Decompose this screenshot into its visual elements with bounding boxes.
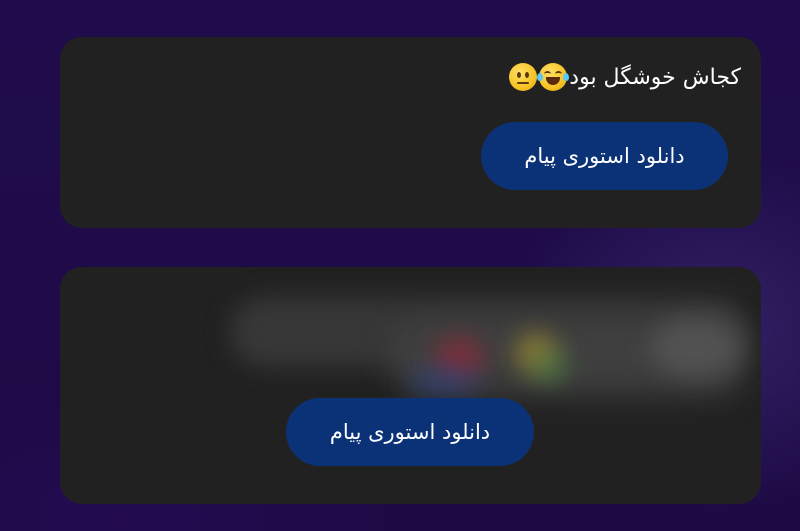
download-story-button[interactable]: دانلود استوری پیام [481,122,728,190]
message-card: کجاش خوشگل بود دانلود استوری پیام [60,37,761,228]
blurred-image [230,287,750,397]
message-text: کجاش خوشگل بود [569,64,741,90]
neutral-face-icon [509,63,538,91]
message-card: دانلود استوری پیام [60,267,761,504]
face-with-tears-of-joy-icon [537,63,570,91]
message-text-row: کجاش خوشگل بود [509,63,741,91]
download-story-button[interactable]: دانلود استوری پیام [286,398,534,466]
